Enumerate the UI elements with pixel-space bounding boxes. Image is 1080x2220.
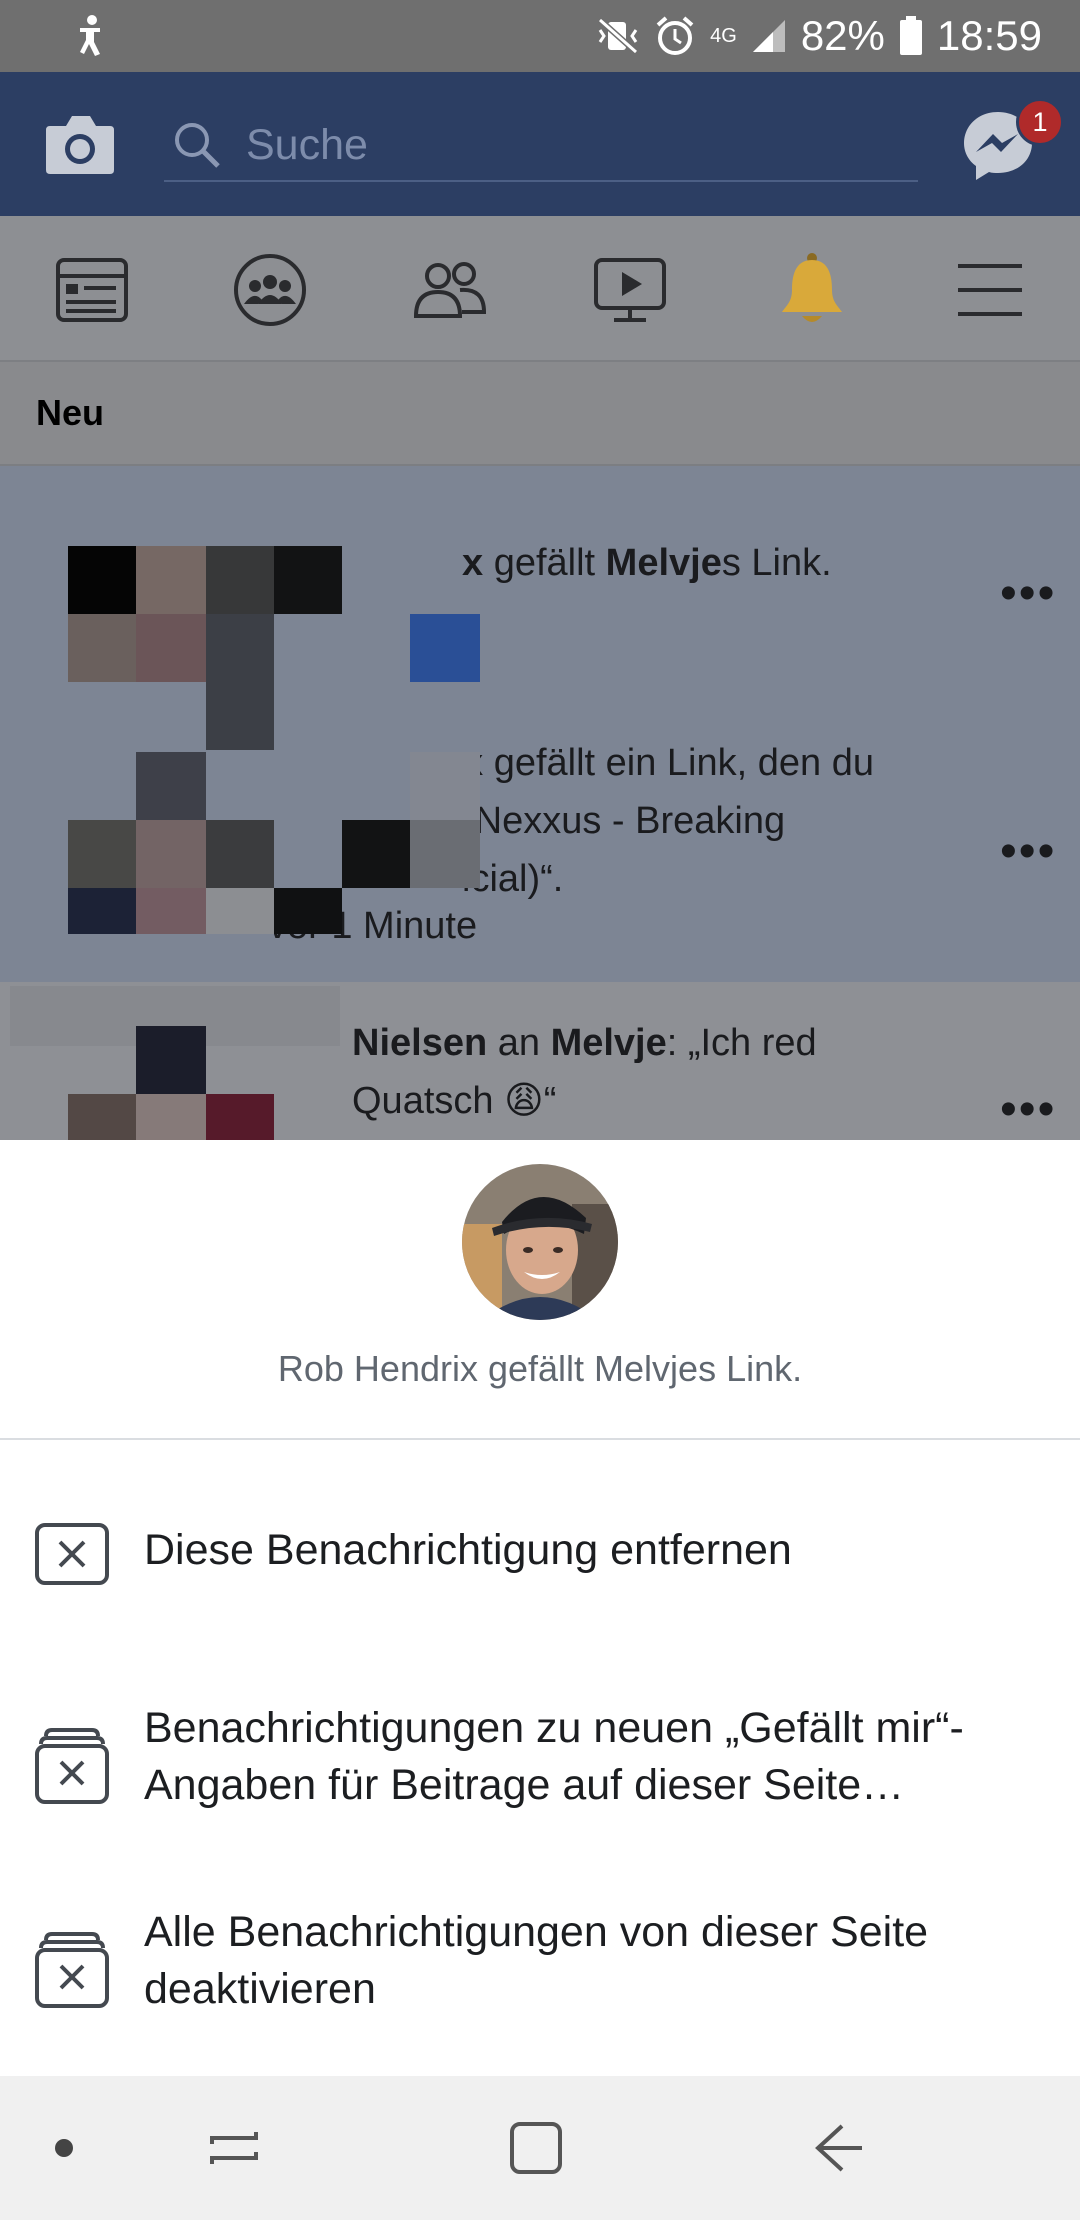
more-options-icon[interactable]: ••• bbox=[1000, 828, 1056, 876]
profile-photo bbox=[462, 1164, 618, 1320]
divider bbox=[0, 1438, 1080, 1440]
app-header: Suche 1 bbox=[0, 72, 1080, 216]
battery-icon bbox=[899, 16, 922, 55]
notification-options-sheet: Rob Hendrix gefällt Melvjes Link. Diese … bbox=[0, 1140, 1080, 2076]
option-label: Diese Benachrichtigung entfernen bbox=[144, 1526, 792, 1574]
status-bar: 4G 82% 18:59 bbox=[0, 0, 1080, 72]
notification-stack-off-icon bbox=[35, 1728, 109, 1804]
notification-item[interactable]: x gefällt ein Link, den du „Nexxus - Bre… bbox=[462, 734, 874, 908]
search-icon bbox=[175, 123, 220, 168]
more-options-icon[interactable]: ••• bbox=[1000, 1086, 1056, 1134]
notification-summary: Rob Hendrix gefällt Melvjes Link. bbox=[277, 1348, 803, 1389]
notifications-bell-icon[interactable] bbox=[772, 250, 852, 330]
groups-icon[interactable] bbox=[230, 250, 310, 330]
messenger-badge: 1 bbox=[1016, 98, 1064, 146]
watch-icon[interactable] bbox=[590, 250, 670, 330]
notification-stack-off-icon bbox=[35, 1932, 109, 2008]
option-label: Benachrichtigungen zu neuen „Gefällt mir… bbox=[144, 1704, 964, 1809]
tab-bar bbox=[0, 216, 1080, 362]
option-label: Alle Benachrichtigungen von dieser Seite… bbox=[144, 1908, 929, 2013]
home-icon[interactable] bbox=[506, 2118, 566, 2178]
notification-item[interactable]: Nielsen an Melvje: „Ich red Quatsch 😩“ bbox=[352, 1014, 817, 1130]
more-options-icon[interactable]: ••• bbox=[1000, 570, 1056, 618]
news-feed-icon[interactable] bbox=[52, 250, 132, 330]
clock: 18:59 bbox=[936, 12, 1042, 59]
close-box-icon bbox=[35, 1523, 109, 1585]
alarm-icon bbox=[656, 16, 694, 55]
notification-item[interactable]: x gefällt Melvjes Link. bbox=[462, 534, 832, 592]
back-icon[interactable] bbox=[808, 2118, 868, 2178]
search-bar[interactable]: Suche bbox=[164, 110, 918, 182]
remove-notification-option[interactable]: Diese Benachrichtigung entfernen bbox=[0, 1512, 1080, 1662]
accessibility-icon bbox=[80, 15, 100, 56]
friends-icon[interactable] bbox=[410, 250, 490, 330]
section-title: Neu bbox=[36, 392, 105, 433]
emoji: 😩 bbox=[504, 1080, 544, 1122]
battery-percent: 82% bbox=[800, 12, 885, 59]
network-type: 4G bbox=[710, 24, 737, 47]
recent-apps-icon[interactable] bbox=[204, 2118, 264, 2178]
avatar bbox=[462, 1164, 618, 1320]
turn-off-likes-notifications-option[interactable]: Benachrichtigungen zu neuen „Gefällt mir… bbox=[0, 1700, 1080, 1850]
camera-icon[interactable] bbox=[44, 110, 116, 176]
notification-list: x gefällt Melvjes Link. ••• x gefällt ei… bbox=[0, 466, 1080, 1140]
signal-icon bbox=[752, 20, 785, 52]
nav-dot-icon[interactable] bbox=[34, 2118, 94, 2178]
turn-off-page-notifications-option[interactable]: Alle Benachrichtigungen von dieser Seite… bbox=[0, 1904, 1080, 2054]
system-nav-bar bbox=[0, 2076, 1080, 2220]
search-placeholder: Suche bbox=[246, 120, 368, 169]
menu-icon[interactable] bbox=[950, 250, 1030, 330]
section-header: Neu bbox=[0, 362, 1080, 466]
vibrate-off-icon bbox=[598, 17, 639, 55]
